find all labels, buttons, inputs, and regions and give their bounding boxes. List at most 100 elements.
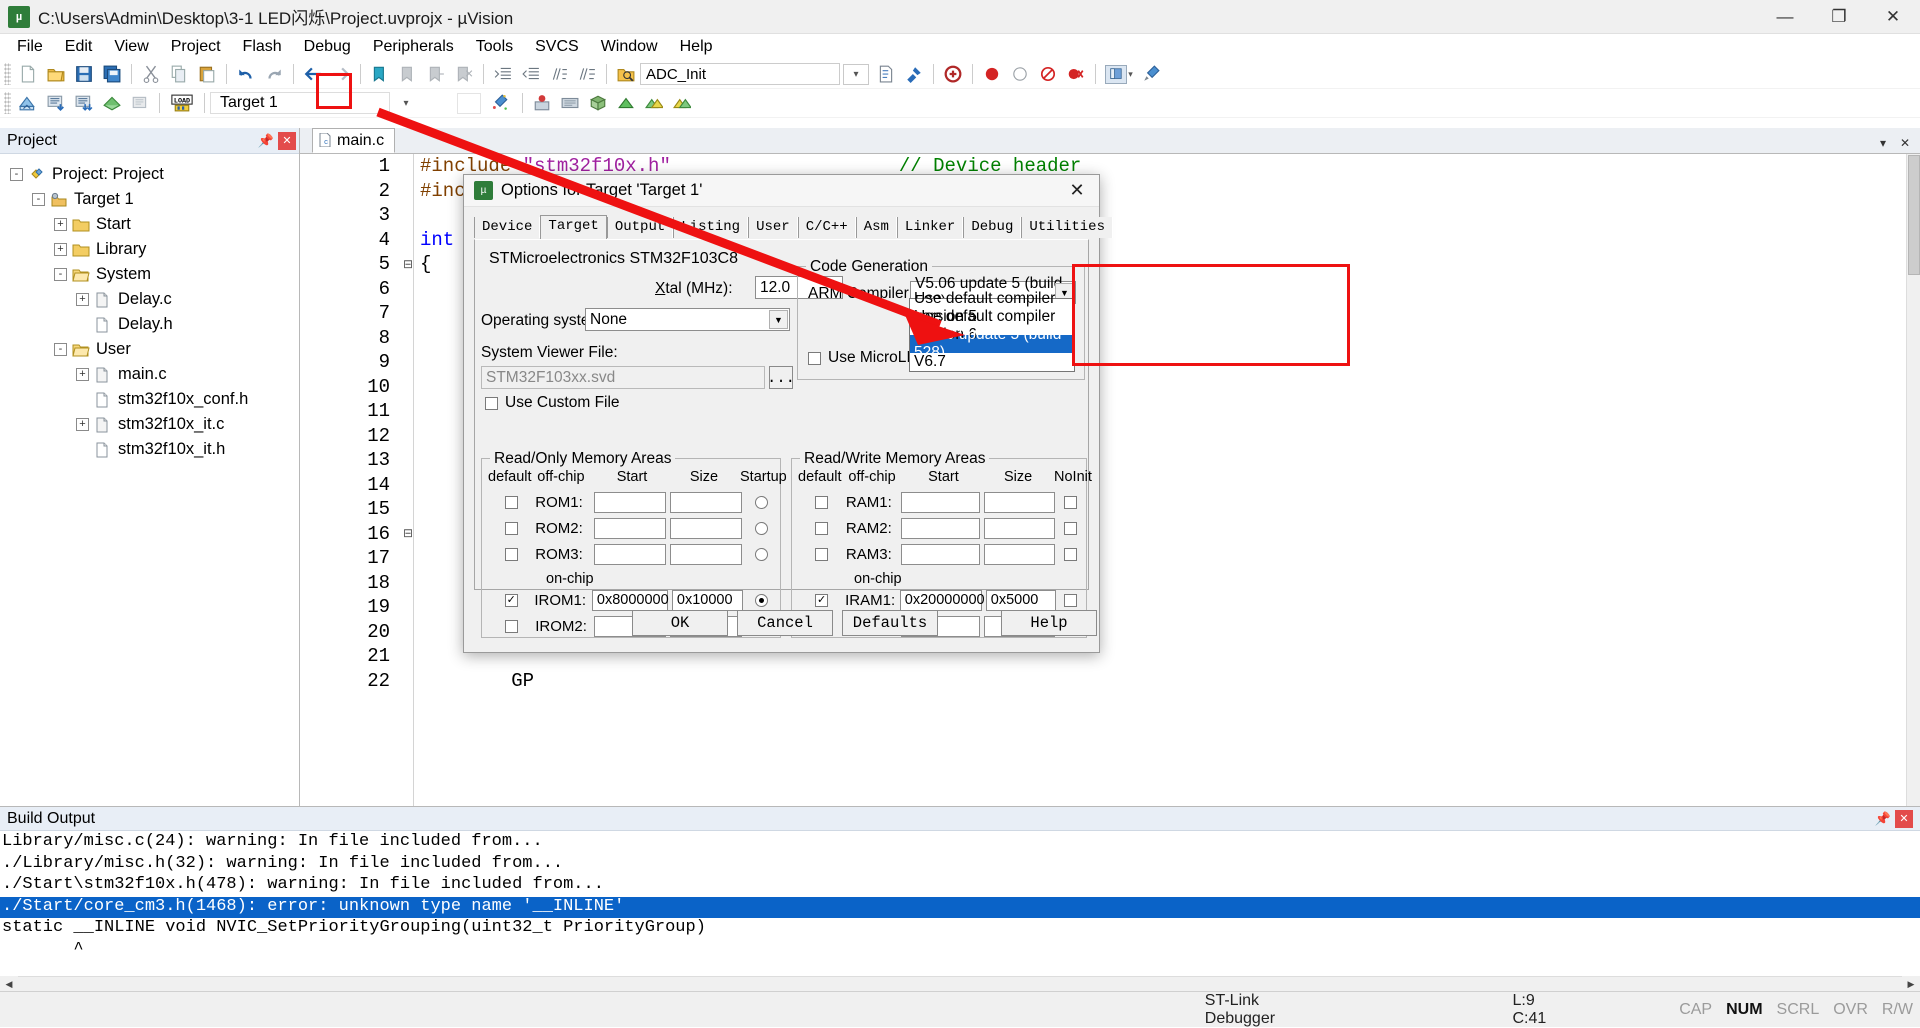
tree-item-stm32f10x-it-h[interactable]: stm32f10x_it.h: [0, 437, 299, 462]
bookmark-prev-icon[interactable]: [395, 62, 421, 87]
collapse-toggle-icon[interactable]: -: [10, 168, 23, 181]
expand-toggle-icon[interactable]: +: [76, 293, 89, 306]
noinit-checkbox[interactable]: [1064, 593, 1078, 607]
noinit-checkbox[interactable]: [1064, 547, 1078, 561]
redo-icon[interactable]: [261, 62, 287, 87]
uncomment-icon[interactable]: [574, 62, 600, 87]
tree-item-target-1[interactable]: - Target 1: [0, 187, 299, 212]
manage-run-time-environment-icon[interactable]: [529, 91, 555, 116]
dialog-tab-linker[interactable]: Linker: [896, 217, 964, 238]
batch-build-icon[interactable]: [99, 91, 125, 116]
pack-installer-icon[interactable]: [585, 91, 611, 116]
noinit-checkbox[interactable]: [1064, 521, 1078, 535]
save-icon[interactable]: [71, 62, 97, 87]
collapse-toggle-icon[interactable]: -: [54, 268, 67, 281]
memory-default-checkbox[interactable]: ✓: [815, 593, 829, 607]
save-all-icon[interactable]: [99, 62, 125, 87]
tree-item-start[interactable]: + Start: [0, 212, 299, 237]
select-software-packs-icon[interactable]: [557, 91, 583, 116]
tree-item-stm32f10x-conf-h[interactable]: stm32f10x_conf.h: [0, 387, 299, 412]
bookmark-toggle-icon[interactable]: [367, 62, 393, 87]
menu-project[interactable]: Project: [160, 35, 232, 59]
stop-build-icon[interactable]: [127, 91, 153, 116]
collapse-toggle-icon[interactable]: -: [32, 193, 45, 206]
tabstrip-dropdown-icon[interactable]: ▾: [1874, 133, 1892, 153]
options-for-target-button[interactable]: [484, 91, 516, 116]
code-line[interactable]: 22 GP: [300, 669, 1906, 694]
memory-default-checkbox[interactable]: ✓: [504, 593, 518, 607]
pin-icon[interactable]: 📌: [1874, 810, 1892, 828]
memory-start-input[interactable]: [901, 517, 981, 539]
debug-session-icon[interactable]: [940, 62, 966, 87]
expand-toggle-icon[interactable]: +: [76, 418, 89, 431]
new-file-icon[interactable]: [15, 62, 41, 87]
dialog-tab-asm[interactable]: Asm: [855, 217, 897, 238]
rebuild-icon[interactable]: [71, 91, 97, 116]
defaults-button[interactable]: Defaults: [842, 610, 938, 636]
target-combo[interactable]: Target 1: [210, 92, 390, 114]
memory-default-checkbox[interactable]: [505, 619, 519, 633]
tree-item-library[interactable]: + Library: [0, 237, 299, 262]
build-output-hscrollbar[interactable]: ◀ ▶: [0, 975, 1920, 993]
memory-size-input[interactable]: [670, 543, 743, 565]
comment-icon[interactable]: [546, 62, 572, 87]
arm-compiler-dropdown-list[interactable]: Use default compiler version 5 Use defaul…: [909, 290, 1075, 372]
memory-size-input[interactable]: [984, 491, 1056, 513]
disable-breakpoint-icon[interactable]: [1035, 62, 1061, 87]
memory-start-input[interactable]: [593, 543, 667, 565]
startup-radio[interactable]: [754, 495, 768, 509]
startup-radio[interactable]: [754, 593, 768, 607]
dialog-tab-device[interactable]: Device: [474, 217, 541, 238]
menu-file[interactable]: File: [6, 35, 54, 59]
expand-toggle-icon[interactable]: +: [54, 243, 67, 256]
minimize-button[interactable]: —: [1758, 0, 1812, 34]
undo-icon[interactable]: [233, 62, 259, 87]
dialog-tab-output[interactable]: Output: [606, 217, 674, 238]
use-custom-file-checkbox[interactable]: [485, 396, 498, 410]
memory-size-input[interactable]: [670, 517, 743, 539]
build-output-line[interactable]: ./Library/misc.h(32): warning: In file i…: [0, 854, 1920, 876]
collapse-toggle-icon[interactable]: -: [54, 343, 67, 356]
back-icon[interactable]: [300, 62, 326, 87]
maximize-button[interactable]: ❐: [1812, 0, 1866, 34]
tree-item-stm32f10x-it-c[interactable]: + stm32f10x_it.c: [0, 412, 299, 437]
open-file-icon[interactable]: [43, 62, 69, 87]
menu-help[interactable]: Help: [669, 35, 724, 59]
use-microlib-checkbox-row[interactable]: Use MicroLIB: [808, 349, 921, 367]
cut-icon[interactable]: [138, 62, 164, 87]
build-output-line[interactable]: static __INLINE void NVIC_SetPriorityGro…: [0, 918, 1920, 940]
startup-radio[interactable]: [754, 521, 768, 535]
indent-icon[interactable]: [490, 62, 516, 87]
memory-size-input[interactable]: [670, 491, 743, 513]
download-icon[interactable]: LOAD: [166, 91, 198, 116]
build-output-line[interactable]: ./Start\stm32f10x.h(478): warning: In fi…: [0, 875, 1920, 897]
function-combo-value[interactable]: ADC_Init: [641, 63, 816, 85]
manage-project-items-icon[interactable]: [456, 91, 482, 116]
tabstrip-close-icon[interactable]: ✕: [1896, 133, 1914, 153]
dialog-tab-listing[interactable]: Listing: [673, 217, 749, 238]
green-arrow-icon[interactable]: [613, 91, 639, 116]
build-output-text[interactable]: Library/misc.c(24): warning: In file inc…: [0, 831, 1920, 976]
menu-peripherals[interactable]: Peripherals: [362, 35, 465, 59]
expand-toggle-icon[interactable]: +: [54, 218, 67, 231]
close-icon[interactable]: ✕: [1895, 809, 1913, 828]
menu-debug[interactable]: Debug: [293, 35, 362, 59]
window-layout-icon[interactable]: ▾: [1102, 62, 1136, 87]
configuration-wizard-icon[interactable]: [901, 62, 927, 87]
ok-button[interactable]: OK: [632, 610, 728, 636]
tree-item-main-c[interactable]: + main.c: [0, 362, 299, 387]
memory-size-input[interactable]: [984, 543, 1056, 565]
memory-start-input[interactable]: [901, 491, 981, 513]
close-icon[interactable]: ✕: [278, 131, 296, 150]
cancel-button[interactable]: Cancel: [737, 610, 833, 636]
menu-edit[interactable]: Edit: [54, 35, 104, 59]
toolbar-grip[interactable]: [4, 63, 11, 85]
function-combo-arrow[interactable]: ▾: [841, 62, 871, 87]
forward-icon[interactable]: [328, 62, 354, 87]
memory-default-checkbox[interactable]: [505, 521, 519, 535]
configure-icon[interactable]: [1138, 62, 1164, 87]
multi-project-icon[interactable]: [641, 91, 667, 116]
target-combo-arrow[interactable]: ▾: [391, 91, 421, 116]
kill-all-breakpoints-icon[interactable]: [1063, 62, 1089, 87]
build-output-line[interactable]: ./Start/core_cm3.h(1468): error: unknown…: [0, 896, 1920, 918]
